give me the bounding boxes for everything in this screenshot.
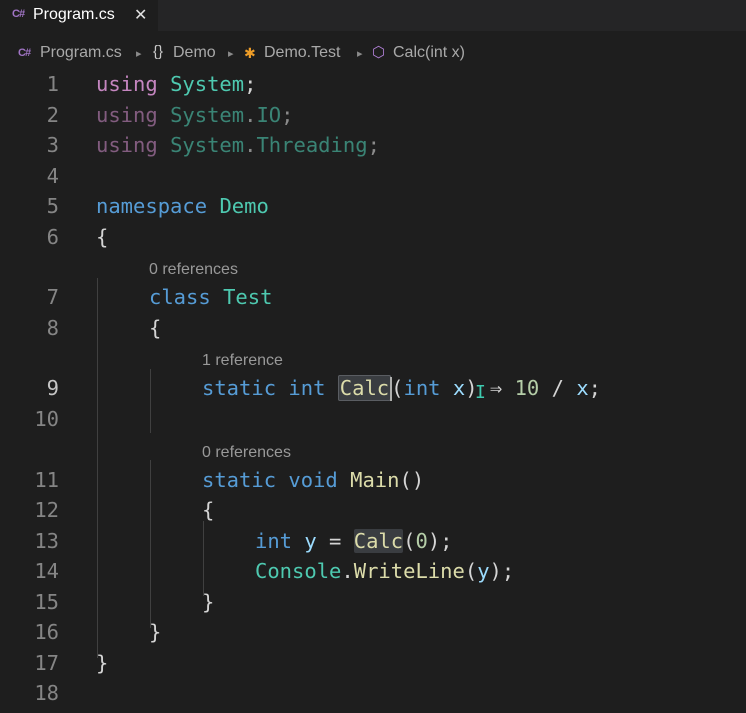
line-number: 10 (34, 407, 59, 431)
code-editor[interactable]: 1 2 3 4 5 6 7 8 9 10 11 12 13 14 15 16 1… (0, 68, 746, 713)
code-line-unused: using System.Threading; (96, 133, 380, 157)
tab-title: Program.cs (33, 6, 115, 23)
code-line: int y = Calc(0); (255, 529, 453, 553)
breadcrumb: C# Program.cs ▸ {} Demo ▸ ✱ Demo.Test ▸ … (0, 41, 746, 67)
chevron-right-icon: ▸ (228, 48, 234, 60)
code-lens-references[interactable]: 0 references (149, 261, 238, 279)
line-number: 7 (46, 285, 59, 309)
line-number: 2 (46, 103, 59, 127)
code-lens-references[interactable]: 0 references (202, 444, 291, 462)
line-number: 5 (46, 194, 59, 218)
breadcrumb-namespace[interactable]: Demo (173, 44, 216, 62)
chevron-right-icon: ▸ (136, 48, 142, 60)
highlighted-symbol: Calc (353, 529, 404, 553)
tab-program-cs[interactable]: C# Program.cs ✕ (0, 0, 159, 31)
indent-guide (150, 369, 151, 433)
line-number: 4 (46, 164, 59, 188)
method-cube-icon: ⬡ (372, 44, 386, 61)
code-line: { (149, 316, 162, 340)
line-number: 18 (34, 681, 59, 705)
indent-guide (203, 521, 204, 596)
code-line: Console.WriteLine(y); (255, 559, 515, 583)
code-line: namespace Demo (96, 194, 269, 218)
indent-guide (97, 278, 98, 658)
close-icon[interactable]: ✕ (134, 5, 147, 25)
code-line: { (96, 225, 109, 249)
line-number-active: 9 (46, 376, 59, 400)
code-line: } (96, 651, 109, 675)
line-number: 14 (34, 559, 59, 583)
line-number: 17 (34, 651, 59, 675)
code-line-unused: using System.IO; (96, 103, 294, 127)
indent-guide (150, 460, 151, 628)
line-number: 11 (34, 468, 59, 492)
line-number: 15 (34, 590, 59, 614)
class-icon: ✱ (244, 45, 256, 61)
code-line: } (149, 620, 162, 644)
code-line: using System; (96, 72, 257, 96)
breadcrumb-file[interactable]: Program.cs (40, 44, 122, 62)
code-line: class Test (149, 285, 273, 309)
highlighted-symbol: Calc (337, 375, 392, 401)
breadcrumb-class[interactable]: Demo.Test (264, 44, 340, 62)
csharp-file-icon: C# (12, 8, 25, 20)
chevron-right-icon: ▸ (357, 48, 363, 60)
mouse-ibeam-icon: I (475, 382, 486, 403)
line-number: 6 (46, 225, 59, 249)
code-line: { (202, 498, 215, 522)
line-number: 16 (34, 620, 59, 644)
tab-bar: C# Program.cs ✕ (0, 0, 746, 31)
code-line-active: static int Calc(int x) ⇒ 10 / x; (202, 375, 601, 401)
csharp-file-icon: C# (18, 47, 31, 59)
line-number: 3 (46, 133, 59, 157)
line-number: 1 (46, 72, 59, 96)
namespace-braces-icon: {} (153, 43, 164, 60)
code-line: static void Main() (202, 468, 425, 492)
line-number: 8 (46, 316, 59, 340)
line-number: 13 (34, 529, 59, 553)
breadcrumb-method[interactable]: Calc(int x) (393, 44, 465, 62)
line-number: 12 (34, 498, 59, 522)
code-lens-references[interactable]: 1 reference (202, 352, 283, 370)
code-line: } (202, 590, 215, 614)
